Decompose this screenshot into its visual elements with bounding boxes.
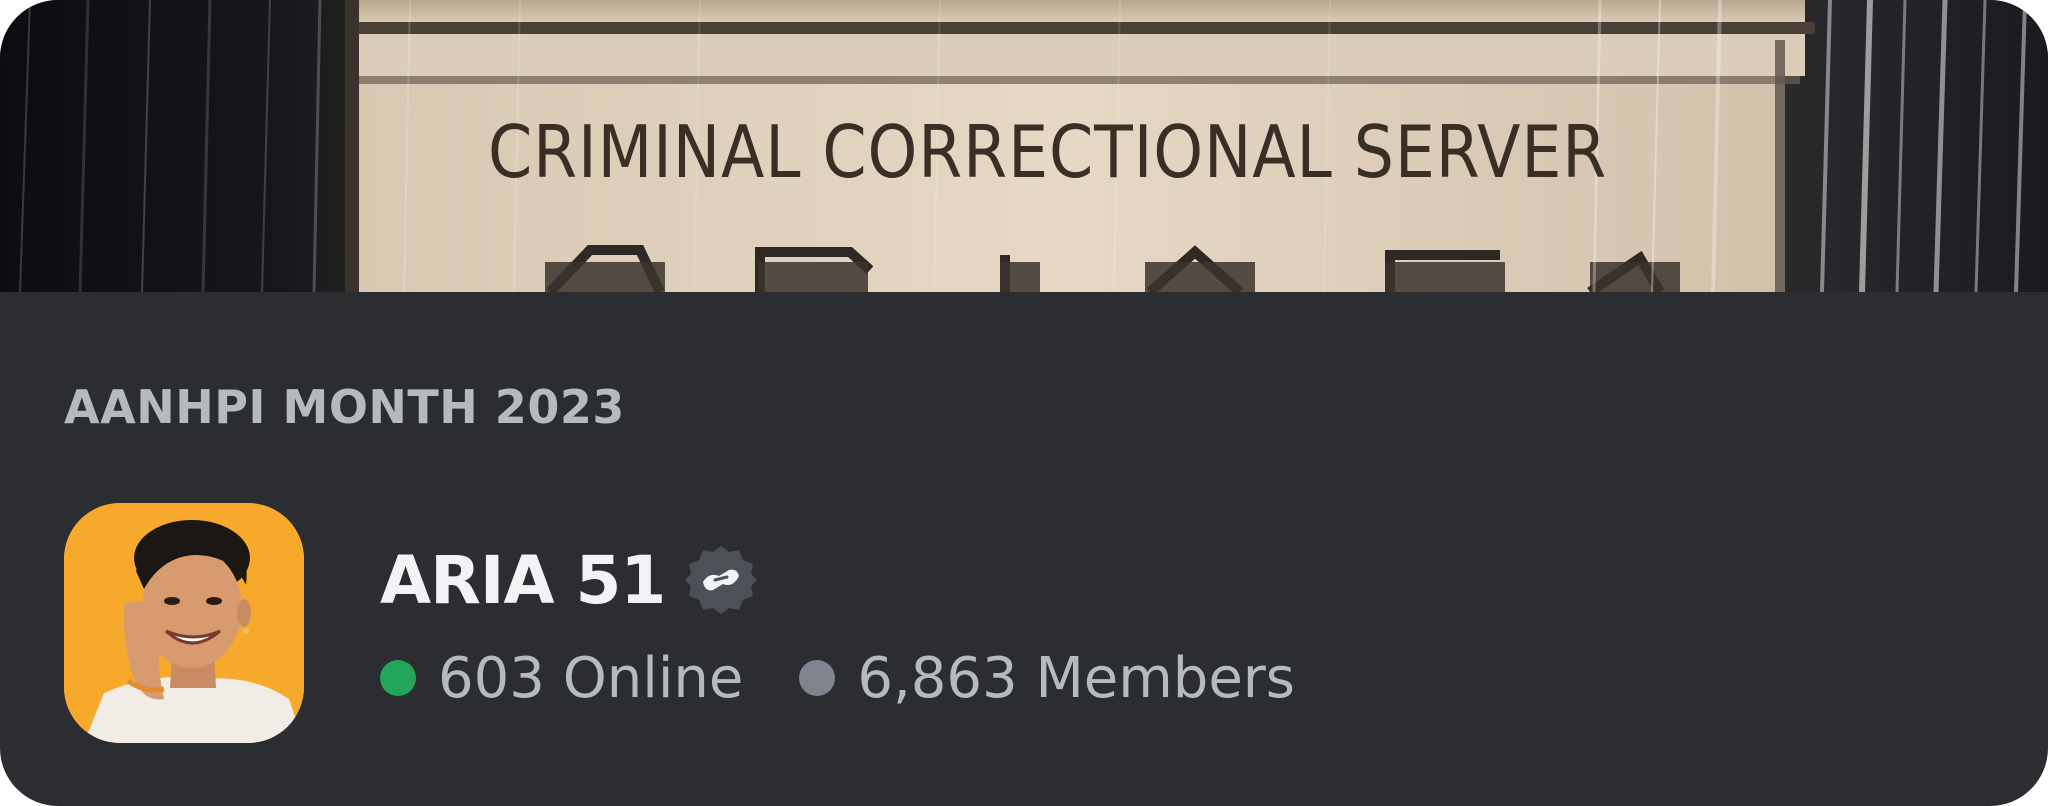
server-stats: 603 Online 6,863 Members bbox=[380, 640, 1351, 716]
server-name: ARIA 51 bbox=[380, 541, 666, 619]
online-stat: 603 Online bbox=[380, 646, 743, 711]
server-invite-card[interactable]: CRIMINAL CORRECTIONAL SERVER AANHPI MONT… bbox=[0, 0, 2048, 806]
server-name-row: ARIA 51 bbox=[380, 540, 758, 620]
partner-badge-icon bbox=[685, 546, 758, 614]
member-count: 6,863 Members bbox=[857, 645, 1295, 711]
banner-sign-text: CRIMINAL CORRECTIONAL SERVER bbox=[488, 110, 1608, 194]
server-banner: CRIMINAL CORRECTIONAL SERVER bbox=[0, 0, 2048, 292]
avatar-portrait bbox=[64, 503, 304, 743]
online-dot-icon bbox=[380, 660, 416, 696]
members-stat: 6,863 Members bbox=[799, 646, 1295, 711]
event-label: AANHPI MONTH 2023 bbox=[64, 380, 625, 434]
server-avatar bbox=[64, 503, 304, 743]
members-dot-icon bbox=[799, 660, 836, 696]
online-count: 603 Online bbox=[438, 645, 744, 711]
